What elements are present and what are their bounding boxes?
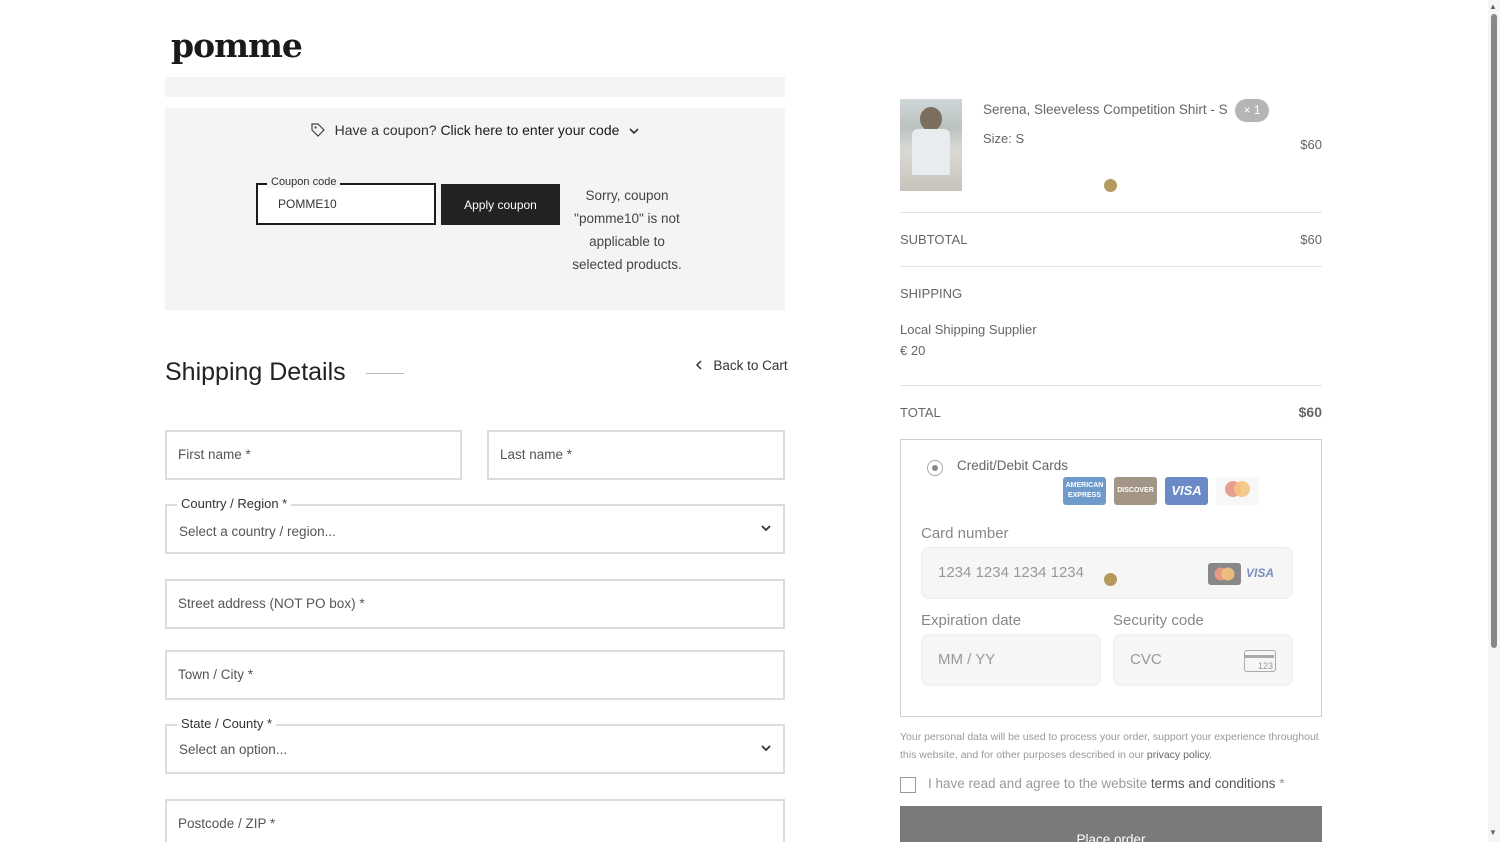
back-to-cart-link[interactable]: Back to Cart xyxy=(695,358,788,373)
scroll-down-icon[interactable]: ▼ xyxy=(1489,828,1497,837)
cursor-dot xyxy=(1104,179,1117,192)
tag-icon xyxy=(311,123,325,140)
divider xyxy=(900,385,1322,386)
privacy-text: Your personal data will be used to proce… xyxy=(900,731,1319,761)
notice-bar xyxy=(165,77,785,97)
quantity-badge: × 1 xyxy=(1235,99,1269,122)
coupon-code-input[interactable] xyxy=(278,197,428,211)
town-city-placeholder: Town / City * xyxy=(178,667,254,682)
coupon-toggle[interactable]: Have a coupon? Click here to enter your … xyxy=(165,122,785,140)
street-address-field[interactable]: Street address (NOT PO box) * xyxy=(165,579,785,629)
chevron-down-icon xyxy=(761,520,771,535)
card-number-placeholder: 1234 1234 1234 1234 xyxy=(938,564,1084,581)
country-value: Select a country / region... xyxy=(179,524,336,539)
security-code-input[interactable]: CVC 123 xyxy=(1113,634,1293,686)
visa-icon: VISA xyxy=(1246,566,1275,580)
subtotal-label: SUBTOTAL xyxy=(900,232,968,247)
subtotal-value: $60 xyxy=(1300,232,1322,247)
street-address-placeholder: Street address (NOT PO box) * xyxy=(178,596,365,611)
total-label: TOTAL xyxy=(900,405,941,420)
town-city-field[interactable]: Town / City * xyxy=(165,650,785,700)
coupon-prompt: Have a coupon? xyxy=(334,122,437,138)
card-number-label: Card number xyxy=(921,525,1009,542)
product-thumbnail xyxy=(900,99,962,191)
first-name-field[interactable]: First name * xyxy=(165,430,462,480)
shipping-method: Local Shipping Supplier xyxy=(900,322,1037,337)
discover-logo-icon: DISCOVER xyxy=(1114,477,1157,505)
product-name: Serena, Sleeveless Competition Shirt - S xyxy=(983,102,1228,117)
expiry-label: Expiration date xyxy=(921,612,1022,629)
coupon-error-message: Sorry, coupon "pomme10" is not applicabl… xyxy=(572,188,682,272)
country-select[interactable]: Country / Region * Select a country / re… xyxy=(165,496,785,554)
product-size: Size: S xyxy=(983,131,1025,146)
credit-card-icon: 123 xyxy=(1244,650,1276,672)
scroll-up-icon[interactable]: ▲ xyxy=(1489,2,1497,11)
last-name-placeholder: Last name * xyxy=(500,447,573,462)
postcode-placeholder: Postcode / ZIP * xyxy=(178,816,276,831)
shipping-details-title: Shipping Details xyxy=(165,358,346,386)
first-name-placeholder: First name * xyxy=(178,447,251,462)
chevron-down-icon xyxy=(629,126,639,138)
coupon-panel: Have a coupon? Click here to enter your … xyxy=(165,108,785,310)
chevron-down-icon xyxy=(761,740,771,755)
title-divider xyxy=(366,373,404,374)
terms-agreement: I have read and agree to the website ter… xyxy=(928,776,1285,791)
coupon-code-field[interactable] xyxy=(256,183,436,225)
cvc-placeholder: CVC xyxy=(1130,651,1162,668)
place-order-button[interactable]: Place order xyxy=(900,806,1322,842)
terms-checkbox[interactable] xyxy=(900,777,916,793)
state-value: Select an option... xyxy=(179,742,288,757)
mastercard-icon xyxy=(1208,563,1241,585)
state-label: State / County * xyxy=(177,716,277,731)
coupon-link[interactable]: Click here to enter your code xyxy=(440,122,619,138)
security-code-label: Security code xyxy=(1113,612,1204,629)
privacy-policy-link[interactable]: privacy policy. xyxy=(1147,749,1212,761)
privacy-notice: Your personal data will be used to proce… xyxy=(900,728,1320,764)
country-label: Country / Region * xyxy=(177,496,292,511)
terms-text: I have read and agree to the website xyxy=(928,776,1148,791)
scroll-thumb[interactable] xyxy=(1491,14,1497,648)
terms-link[interactable]: terms and conditions xyxy=(1151,776,1276,791)
divider xyxy=(900,212,1322,213)
total-value: $60 xyxy=(1298,404,1322,420)
product-price: $60 xyxy=(1300,137,1322,152)
amex-logo-icon: AMERICAN EXPRESS xyxy=(1063,477,1106,505)
back-to-cart-label: Back to Cart xyxy=(713,358,788,373)
coupon-code-label: Coupon code xyxy=(267,176,341,188)
state-select[interactable]: State / County * Select an option... xyxy=(165,716,785,774)
shipping-cost: € 20 xyxy=(900,343,926,358)
apply-coupon-button[interactable]: Apply coupon xyxy=(441,184,560,225)
mastercard-logo-icon xyxy=(1216,477,1259,505)
cursor-dot xyxy=(1104,573,1117,586)
last-name-field[interactable]: Last name * xyxy=(487,430,785,480)
divider xyxy=(900,266,1322,267)
postcode-field[interactable]: Postcode / ZIP * xyxy=(165,799,785,842)
radio-icon[interactable] xyxy=(927,460,943,476)
expiry-placeholder: MM / YY xyxy=(938,651,996,668)
brand-logo[interactable]: pomme xyxy=(171,26,303,65)
shipping-label: SHIPPING xyxy=(900,286,963,301)
visa-logo-icon: VISA xyxy=(1165,477,1208,505)
page-scrollbar[interactable]: ▲ ▼ xyxy=(1488,0,1500,842)
expiry-input[interactable]: MM / YY xyxy=(921,634,1101,686)
chevron-left-icon xyxy=(695,359,705,373)
payment-method-label[interactable]: Credit/Debit Cards xyxy=(957,458,1068,473)
required-mark: * xyxy=(1279,776,1285,791)
